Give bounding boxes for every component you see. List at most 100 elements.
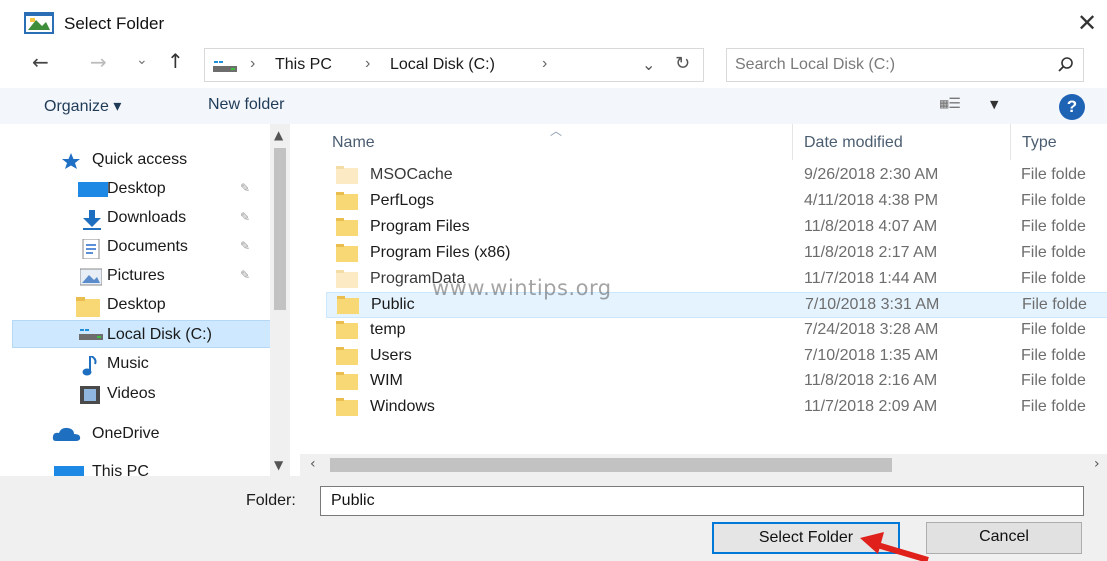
dialog-footer: Folder: Select Folder Cancel (0, 476, 1107, 561)
folder-icon (336, 321, 358, 339)
sidebar-item-label: Quick access (92, 151, 188, 168)
file-row[interactable]: temp 7/24/2018 3:28 AM File folde (326, 318, 1107, 344)
sidebar-item-label: Pictures (107, 267, 165, 284)
file-date: 11/8/2018 2:16 AM (804, 372, 938, 389)
horizontal-scrollbar[interactable]: ‹ › (300, 454, 1107, 476)
sidebar-item-label: Downloads (107, 209, 187, 226)
help-icon[interactable]: ? (1059, 94, 1085, 120)
close-icon[interactable]: ✕ (1072, 8, 1102, 38)
sidebar-item-quick-access[interactable]: Quick access (12, 146, 282, 174)
folder-icon (336, 166, 358, 184)
recent-locations-chevron-icon[interactable]: ⌄ (136, 52, 148, 68)
drive-icon (213, 61, 237, 72)
desktop-icon (78, 182, 108, 197)
file-row[interactable]: Windows 11/7/2018 2:09 AM File folde (326, 395, 1107, 421)
forward-arrow-icon[interactable]: → (90, 50, 107, 74)
breadcrumb-local-disk[interactable]: Local Disk (C:) (390, 56, 495, 74)
sidebar-item-music[interactable]: Music (12, 350, 282, 378)
file-date: 7/10/2018 3:31 AM (805, 296, 940, 313)
file-name: MSOCache (370, 166, 453, 183)
file-type: File folde (1022, 296, 1087, 313)
sort-ascending-icon: ︿ (550, 124, 563, 138)
folder-icon (336, 244, 358, 262)
file-name: Program Files (x86) (370, 244, 511, 261)
column-header-date-modified[interactable]: Date modified (804, 134, 903, 152)
search-box[interactable] (726, 48, 1084, 82)
column-header-name[interactable]: Name (332, 134, 375, 152)
column-header-type[interactable]: Type (1022, 134, 1057, 152)
sidebar-item-pictures[interactable]: Pictures ✎ (12, 262, 282, 290)
file-row[interactable]: MSOCache 9/26/2018 2:30 AM File folde (326, 163, 1107, 189)
sidebar-item-label: Desktop (107, 180, 166, 197)
view-dropdown-icon[interactable]: ▼ (990, 98, 998, 111)
folder-name-input[interactable] (320, 486, 1084, 516)
breadcrumb-separator[interactable]: › (542, 55, 547, 73)
pin-icon: ✎ (240, 268, 251, 282)
file-row[interactable]: Program Files (x86) 11/8/2018 2:17 AM Fi… (326, 241, 1107, 267)
sidebar-scroll-thumb[interactable] (274, 148, 286, 310)
address-dropdown-icon[interactable]: ⌄ (642, 55, 655, 74)
file-type: File folde (1021, 244, 1086, 261)
file-name: Windows (370, 398, 435, 415)
folder-icon (337, 296, 359, 314)
file-type: File folde (1021, 321, 1086, 338)
file-date: 7/10/2018 1:35 AM (804, 347, 939, 364)
column-divider[interactable] (1010, 124, 1011, 160)
refresh-icon[interactable]: ↻ (675, 53, 690, 74)
file-row[interactable]: WIM 11/8/2018 2:16 AM File folde (326, 369, 1107, 395)
horizontal-scroll-thumb[interactable] (330, 458, 892, 472)
cancel-button[interactable]: Cancel (926, 522, 1082, 554)
new-folder-button[interactable]: New folder (208, 96, 284, 114)
address-bar[interactable]: › This PC › Local Disk (C:) › ⌄ ↻ (204, 48, 704, 82)
up-arrow-icon[interactable]: ↑ (167, 49, 184, 73)
pin-icon: ✎ (240, 239, 251, 253)
file-type: File folde (1021, 166, 1086, 183)
file-type: File folde (1021, 398, 1086, 415)
sidebar-item-downloads[interactable]: Downloads ✎ (12, 204, 282, 232)
sidebar-item-desktop[interactable]: Desktop ✎ (12, 175, 282, 203)
folder-icon (336, 192, 358, 210)
sidebar-item-local-disk[interactable]: Local Disk (C:) (12, 320, 282, 348)
pictures-icon (80, 268, 102, 286)
download-icon (83, 210, 101, 230)
breadcrumb-this-pc[interactable]: This PC (275, 56, 332, 74)
sidebar-item-documents[interactable]: Documents ✎ (12, 233, 282, 261)
breadcrumb-separator[interactable]: › (365, 55, 370, 73)
file-row[interactable]: Program Files 11/8/2018 4:07 AM File fol… (326, 215, 1107, 241)
file-type: File folde (1021, 218, 1086, 235)
videos-icon (80, 386, 100, 404)
file-name: temp (370, 321, 406, 338)
scroll-down-icon[interactable]: ▼ (274, 458, 283, 472)
scroll-right-icon[interactable]: › (1094, 456, 1100, 472)
command-bar: Organize ▾ New folder ▦☰ ▼ ? (0, 88, 1107, 124)
file-type: File folde (1021, 270, 1086, 287)
file-list: ︿ Name Date modified Type MSOCache 9/26/… (300, 124, 1107, 454)
drive-icon (79, 329, 103, 340)
organize-menu-button[interactable]: Organize ▾ (44, 96, 121, 116)
file-row[interactable]: Users 7/10/2018 1:35 AM File folde (326, 344, 1107, 370)
scroll-left-icon[interactable]: ‹ (310, 456, 316, 472)
sidebar-item-label: Music (107, 355, 149, 372)
folder-icon (336, 218, 358, 236)
scroll-up-icon[interactable]: ▲ (274, 128, 283, 142)
window-title: Select Folder (64, 14, 165, 33)
search-icon[interactable] (1057, 56, 1075, 74)
view-options-icon[interactable]: ▦☰ (940, 96, 961, 112)
sidebar-item-videos[interactable]: Videos (12, 380, 282, 408)
back-arrow-icon[interactable]: ← (32, 50, 49, 74)
title-bar: Select Folder ✕ (0, 0, 1107, 48)
navigation-pane: Quick access Desktop ✎ Downloads ✎ Docum… (12, 124, 294, 480)
column-divider[interactable] (792, 124, 793, 160)
search-input[interactable] (735, 54, 1035, 76)
breadcrumb-separator: › (250, 55, 256, 72)
watermark-text: www.wintips.org (432, 276, 612, 300)
sidebar-item-label: Desktop (107, 296, 166, 313)
sidebar-item-label: Local Disk (C:) (107, 326, 212, 343)
file-name: PerfLogs (370, 192, 435, 209)
sidebar-item-onedrive[interactable]: OneDrive (12, 420, 282, 448)
sidebar-item-desktop-folder[interactable]: Desktop (12, 291, 282, 319)
pin-icon: ✎ (240, 181, 251, 195)
sidebar-item-label: Documents (107, 238, 188, 255)
file-type: File folde (1021, 372, 1086, 389)
file-row[interactable]: PerfLogs 4/11/2018 4:38 PM File folde (326, 189, 1107, 215)
